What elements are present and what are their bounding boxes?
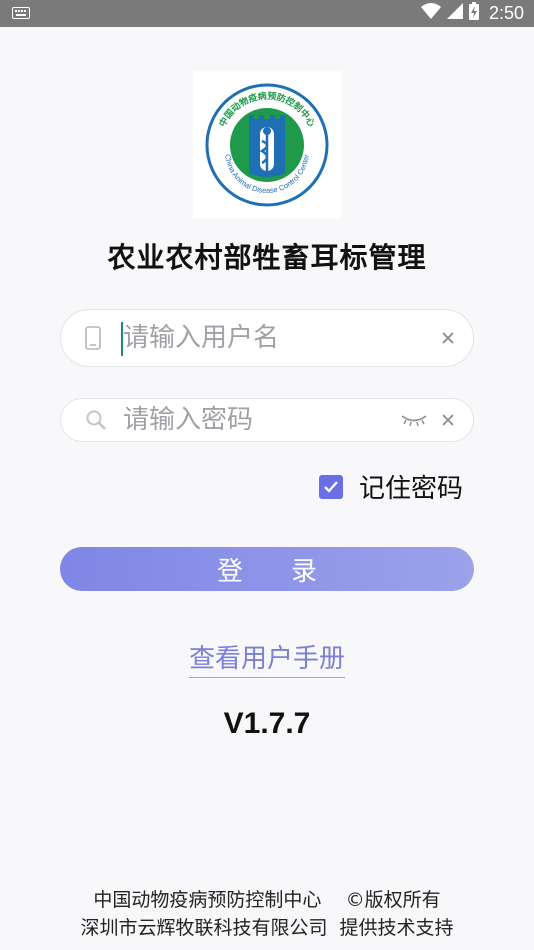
close-icon [442, 332, 454, 344]
login-button[interactable]: 登录 [60, 547, 474, 591]
signal-icon [446, 3, 463, 24]
search-icon [85, 409, 107, 431]
battery-charging-icon [468, 2, 479, 25]
logo: 中国动物疫病预防控制中心 China Animal Disease Contro… [193, 71, 341, 219]
username-input[interactable] [121, 310, 393, 366]
user-manual-link[interactable]: 查看用户手册 [188, 644, 345, 678]
app-title: 农业农村部牲畜耳标管理 [107, 241, 427, 274]
wifi-icon [420, 3, 441, 24]
clear-password-button[interactable] [439, 411, 457, 429]
status-bar: 2:50 [0, 0, 534, 27]
phone-icon [85, 326, 101, 350]
status-time: 2:50 [488, 3, 524, 23]
username-field[interactable] [60, 309, 474, 367]
eye-closed-icon [401, 415, 427, 427]
remember-password-label: 记住密码 [359, 474, 464, 504]
checkmark-icon [324, 480, 338, 493]
clear-username-button[interactable] [439, 329, 457, 347]
remember-password-checkbox[interactable]: 记住密码 [319, 468, 463, 505]
keyboard-icon [12, 4, 30, 23]
footer-tech-support: 深圳市云辉牧联科技有限公司 提供技术支持 [80, 917, 454, 939]
password-input[interactable] [121, 399, 393, 441]
manual-link-container: 查看用户手册 [0, 638, 534, 678]
footer: 中国动物疫病预防控制中心 ©版权所有 深圳市云辉牧联科技有限公司 提供技术支持 [0, 886, 534, 942]
checkbox-checked[interactable] [319, 474, 343, 499]
logo-emblem-icon: 中国动物疫病预防控制中心 China Animal Disease Contro… [205, 83, 329, 207]
close-icon [442, 414, 454, 426]
app-version: V1.7.7 [223, 707, 311, 740]
footer-copyright: 中国动物疫病预防控制中心 ©版权所有 [93, 889, 441, 911]
password-field[interactable] [60, 398, 474, 442]
toggle-password-visibility-button[interactable] [399, 411, 429, 429]
